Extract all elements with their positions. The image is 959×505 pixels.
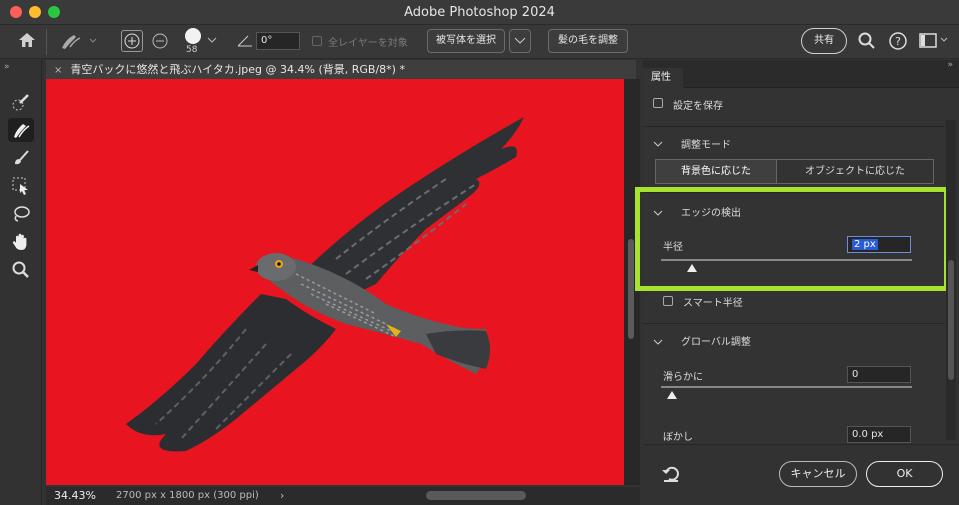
chevron-down-icon[interactable] (653, 138, 663, 151)
title-bar: Adobe Photoshop 2024 (0, 0, 959, 25)
chevron-down-icon[interactable] (653, 336, 663, 349)
panel-header (643, 60, 959, 88)
document-title: 青空バックに悠然と飛ぶハイタカ.jpeg @ 34.4% (背景, RGB/8*… (70, 63, 405, 76)
canvas[interactable] (46, 79, 624, 485)
select-subject-dropdown[interactable] (509, 29, 531, 53)
collapse-panel-icon[interactable]: » (947, 60, 953, 70)
scroll-thumb[interactable] (628, 239, 634, 339)
help-icon[interactable]: ? (889, 32, 907, 53)
ok-button[interactable]: OK (866, 461, 943, 487)
adjust-mode-background-button[interactable]: 背景色に応じた (655, 159, 777, 184)
window-title: Adobe Photoshop 2024 (404, 5, 555, 20)
smooth-label: 滑らかに (663, 372, 703, 383)
search-icon[interactable] (858, 32, 876, 53)
subtract-from-selection-icon[interactable] (150, 31, 170, 54)
angle-input[interactable]: 0° (256, 32, 300, 50)
zoom-tool-icon[interactable] (8, 258, 34, 282)
angle-icon (237, 34, 253, 51)
divider (643, 323, 945, 324)
quick-selection-tool-icon[interactable] (8, 90, 34, 114)
smart-radius-label: スマート半径 (683, 298, 743, 309)
hand-tool-icon[interactable] (8, 230, 34, 254)
status-bar: 34.43% 2700 px x 1800 px (300 ppi) › (46, 487, 640, 505)
divider (46, 29, 47, 55)
divider (643, 126, 945, 127)
save-settings-label: 設定を保存 (673, 101, 723, 112)
smooth-input[interactable]: 0 (847, 366, 911, 383)
reset-icon[interactable] (661, 465, 681, 486)
chevron-down-icon[interactable] (207, 34, 217, 47)
object-selection-tool-icon[interactable] (8, 174, 34, 198)
options-bar: 58 0° 全レイヤーを対象 被写体を選択 髪の毛を調整 共有 ? (0, 25, 959, 59)
adjust-mode-object-button[interactable]: オブジェクトに応じた (776, 159, 934, 184)
home-icon[interactable] (17, 31, 37, 52)
smart-radius-checkbox[interactable] (663, 296, 673, 306)
svg-text:?: ? (895, 35, 901, 48)
tools-panel: » (0, 60, 42, 505)
status-chevron-icon[interactable]: › (280, 487, 284, 505)
feather-input[interactable]: 0.0 px (847, 426, 911, 443)
brush-size: 58 (186, 45, 198, 55)
zoom-level[interactable]: 34.43% (54, 487, 96, 505)
smooth-slider-track[interactable] (661, 386, 912, 388)
close-document-icon[interactable]: × (54, 65, 62, 76)
smooth-slider-thumb[interactable] (667, 391, 677, 399)
collapse-toolbar-icon[interactable]: » (4, 62, 10, 72)
workspace-icon[interactable] (919, 33, 949, 52)
tab-strip (46, 60, 47, 61)
share-button[interactable]: 共有 (801, 28, 847, 54)
properties-panel: 属性 » 設定を保存 調整モード 背景色に応じた オブジェクトに応じた エッジの… (635, 60, 959, 505)
save-settings-checkbox[interactable] (653, 98, 663, 108)
add-to-selection-icon[interactable] (121, 30, 143, 52)
document-tab[interactable]: × 青空バックに悠然と飛ぶハイタカ.jpeg @ 34.4% (背景, RGB/8… (46, 60, 636, 79)
adjust-mode-title: 調整モード (681, 140, 731, 151)
panel-scroll-thumb[interactable] (948, 260, 954, 380)
refine-edge-brush-tool-icon[interactable] (8, 118, 34, 142)
cancel-button[interactable]: キャンセル (779, 461, 857, 487)
sample-all-layers-label: 全レイヤーを対象 (328, 38, 408, 49)
lasso-tool-icon[interactable] (8, 202, 34, 226)
global-adjust-title: グローバル調整 (681, 337, 751, 348)
highlight-box (635, 187, 949, 291)
brush-preview-icon[interactable] (185, 28, 201, 44)
brush-tool-icon[interactable] (8, 146, 34, 170)
tab-properties[interactable]: 属性 (643, 68, 683, 88)
document-dimensions: 2700 px x 1800 px (300 ppi) (116, 490, 259, 501)
refine-hair-button[interactable]: 髪の毛を調整 (548, 29, 628, 53)
horizontal-scroll-thumb[interactable] (426, 491, 526, 500)
hawk-image (126, 117, 524, 452)
select-subject-button[interactable]: 被写体を選択 (427, 29, 505, 53)
panel-scrollbar[interactable] (946, 120, 956, 440)
tool-preset-icon[interactable] (60, 31, 97, 54)
sample-all-layers-checkbox[interactable] (312, 36, 322, 46)
feather-label: ぼかし (663, 432, 693, 443)
